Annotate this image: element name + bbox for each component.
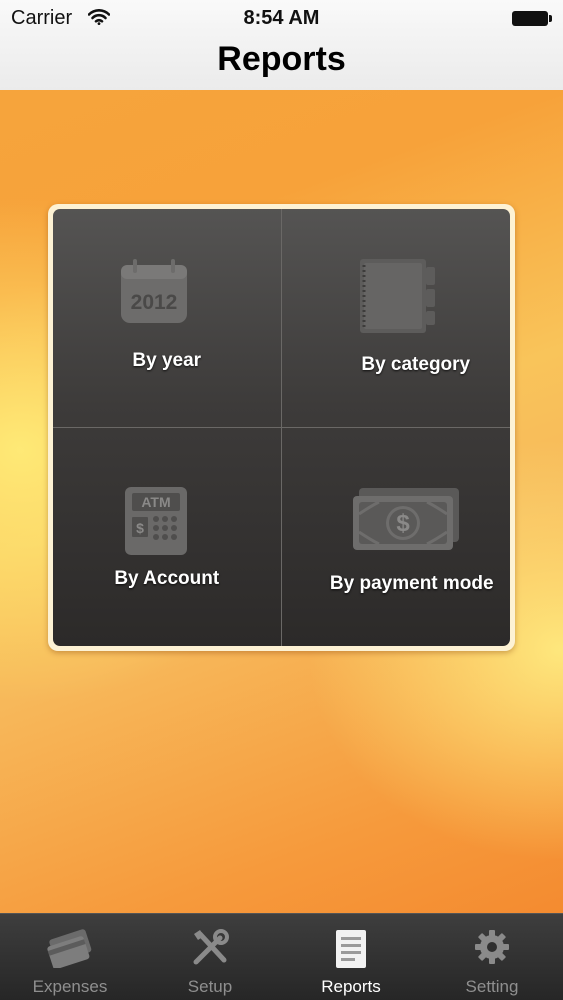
document-icon bbox=[334, 928, 368, 975]
atm-icon: ATM $ bbox=[124, 486, 188, 561]
tab-setting[interactable]: Setting bbox=[422, 914, 562, 1000]
tab-expenses[interactable]: Expenses bbox=[0, 914, 140, 1000]
cash-icon: $ bbox=[351, 486, 461, 557]
tab-reports[interactable]: Reports bbox=[281, 914, 421, 1000]
credit-card-icon bbox=[44, 928, 96, 973]
calendar-2012-icon: 2012 bbox=[119, 257, 189, 332]
status-bar: Carrier 8:54 AM bbox=[0, 0, 563, 38]
report-grid: 2012 By year By category ATM $ By Accoun… bbox=[48, 204, 515, 651]
report-option-label: By category bbox=[361, 354, 471, 375]
tab-label: Expenses bbox=[32, 977, 108, 996]
tools-icon bbox=[190, 928, 230, 973]
report-option-by-year[interactable]: 2012 By year bbox=[53, 209, 282, 428]
report-option-by-category[interactable]: By category bbox=[281, 209, 510, 428]
notebook-icon bbox=[358, 257, 438, 342]
gear-icon bbox=[473, 928, 511, 971]
battery-icon bbox=[512, 11, 552, 26]
report-option-label: By year bbox=[132, 350, 202, 371]
report-option-label: By Account bbox=[114, 567, 220, 589]
report-option-by-payment-mode[interactable]: $ By payment mode bbox=[282, 428, 511, 647]
tab-label: Reports bbox=[321, 977, 381, 996]
report-option-by-account[interactable]: ATM $ By Account bbox=[53, 427, 282, 646]
svg-text:$: $ bbox=[396, 510, 410, 537]
status-time: 8:54 AM bbox=[243, 7, 320, 29]
svg-text:2012: 2012 bbox=[131, 291, 178, 314]
page-title: Reports bbox=[217, 40, 346, 78]
tab-bar: Expenses Setup Reports Setting bbox=[0, 913, 563, 1000]
tab-label: Setting bbox=[465, 977, 519, 996]
navigation-header: Carrier 8:54 AM Reports bbox=[0, 0, 563, 91]
reports-screen: Carrier 8:54 AM Reports 2012 By year By … bbox=[0, 0, 563, 1000]
content-area: 2012 By year By category ATM $ By Accoun… bbox=[0, 90, 563, 913]
tab-label: Setup bbox=[187, 977, 233, 996]
tab-setup[interactable]: Setup bbox=[140, 914, 280, 1000]
svg-text:$: $ bbox=[136, 520, 144, 536]
svg-text:ATM: ATM bbox=[141, 494, 170, 510]
report-option-label: By payment mode bbox=[329, 572, 494, 594]
